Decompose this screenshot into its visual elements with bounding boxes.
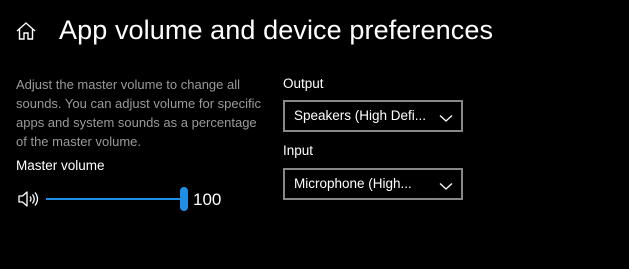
output-label: Output <box>283 76 324 91</box>
output-device-dropdown[interactable]: Speakers (High Defi... <box>283 100 463 132</box>
output-device-selected: Speakers (High Defi... <box>294 108 427 123</box>
master-volume-value: 100 <box>193 190 222 209</box>
chevron-down-icon <box>439 110 453 122</box>
chevron-down-icon <box>439 178 453 190</box>
speaker-icon[interactable] <box>17 189 41 209</box>
master-volume-label: Master volume <box>16 158 105 173</box>
input-device-selected: Microphone (High... <box>294 176 412 191</box>
input-label: Input <box>283 143 314 158</box>
slider-thumb[interactable] <box>180 187 188 211</box>
slider-fill <box>46 198 184 200</box>
page-title: App volume and device preferences <box>59 15 494 45</box>
input-device-dropdown[interactable]: Microphone (High... <box>283 168 463 200</box>
master-volume-slider[interactable] <box>46 187 188 211</box>
home-icon[interactable] <box>14 19 38 43</box>
master-volume-description: Adjust the master volume to change all s… <box>16 77 261 149</box>
